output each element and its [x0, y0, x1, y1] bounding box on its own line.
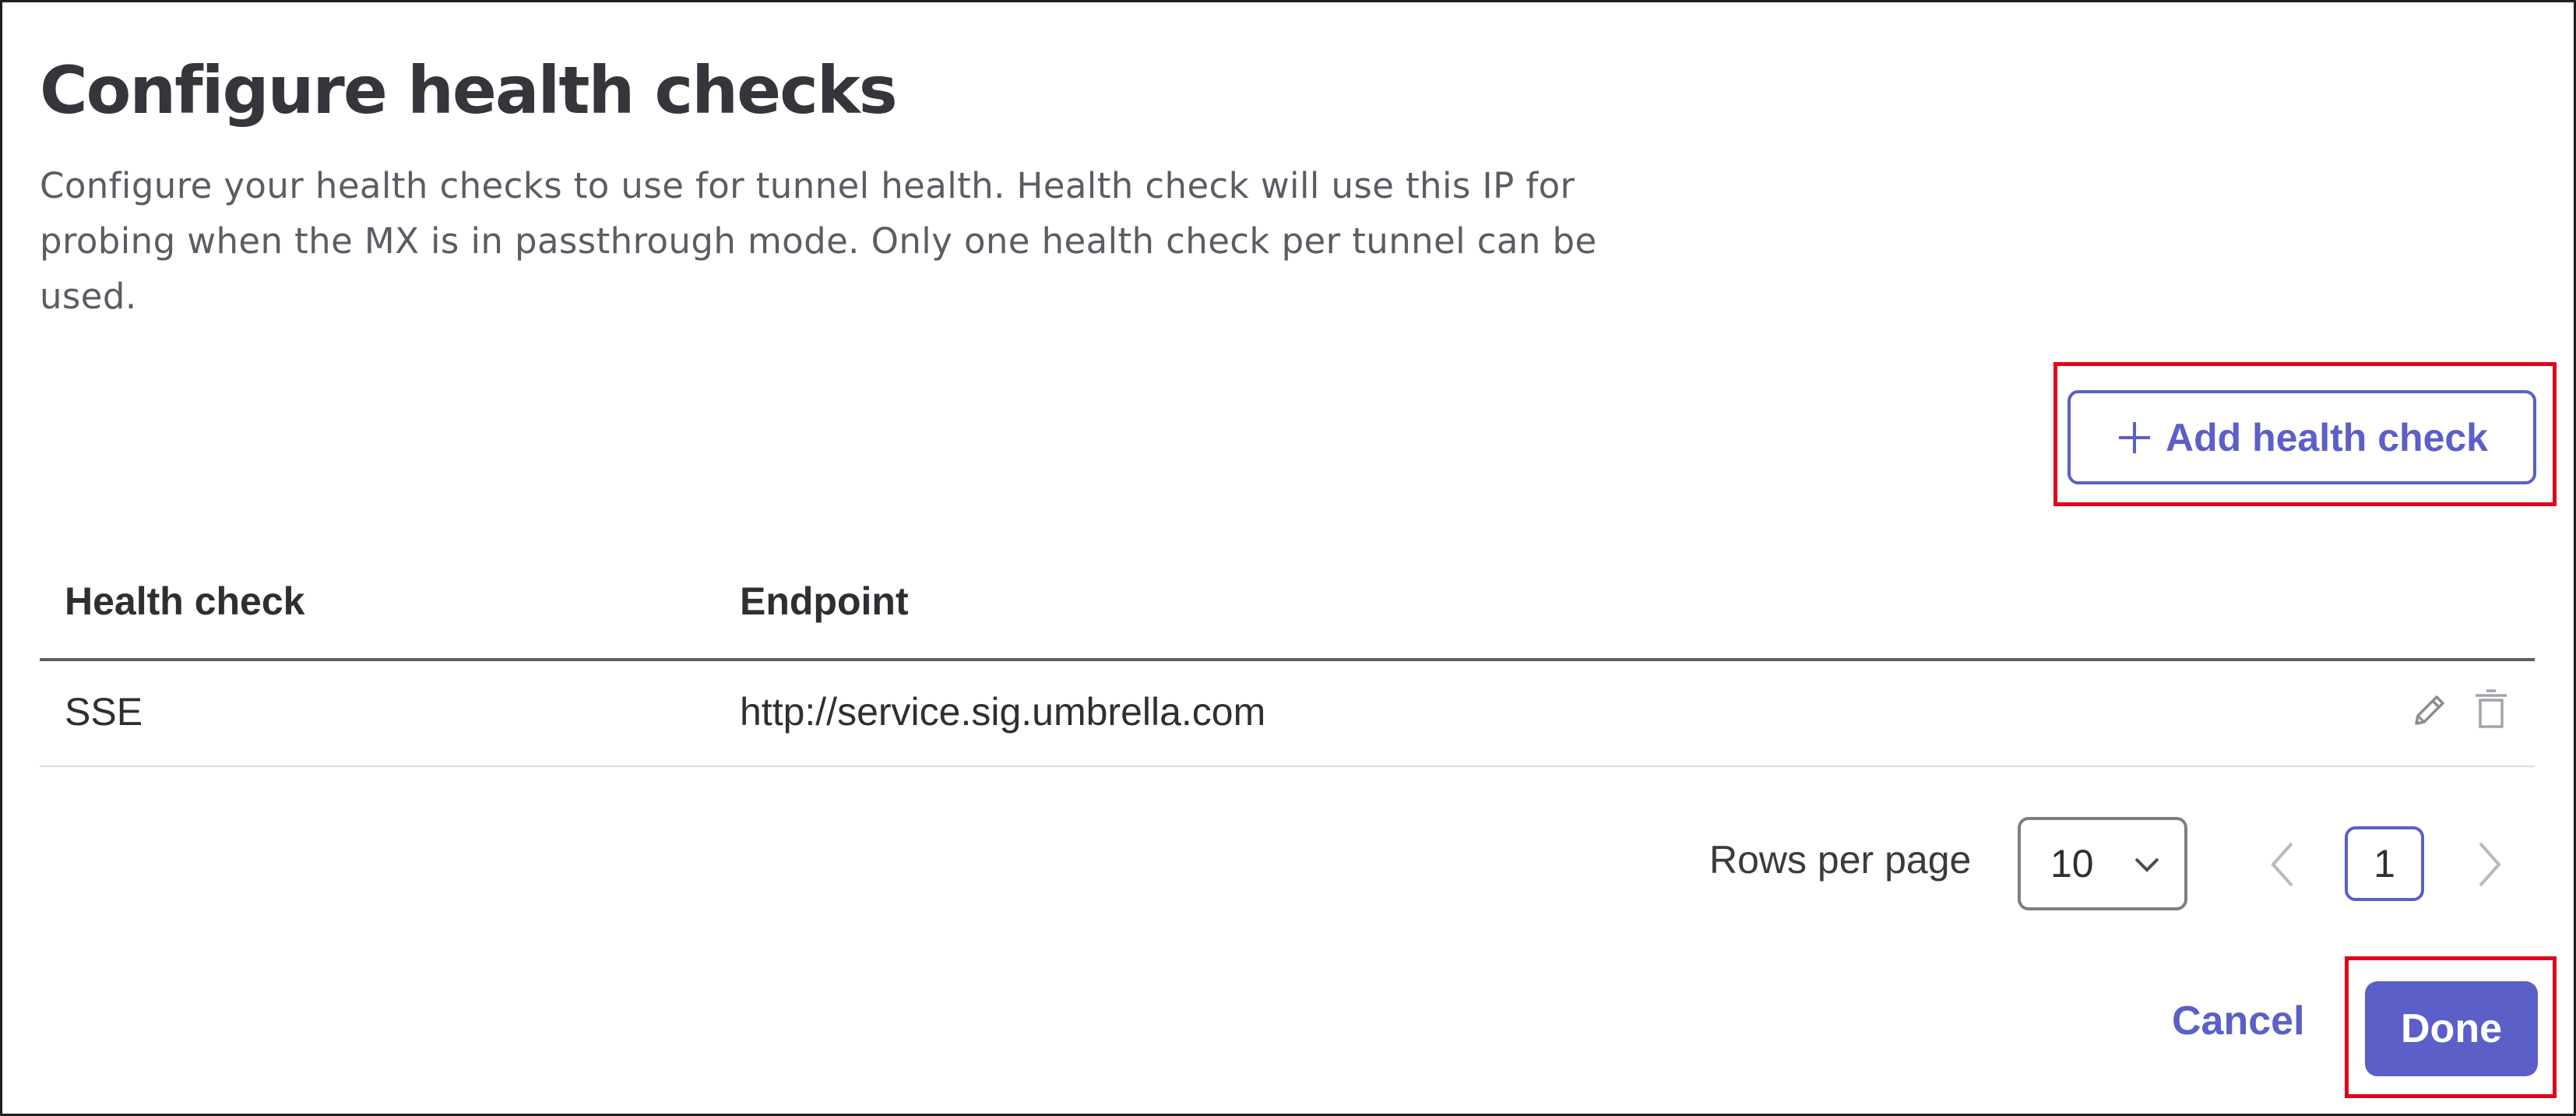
cell-health-check: SSE	[65, 690, 143, 734]
chevron-down-icon	[2134, 857, 2159, 872]
table-header-divider	[40, 658, 2535, 661]
previous-page-icon[interactable]	[2267, 839, 2298, 890]
next-page-icon[interactable]	[2474, 839, 2505, 890]
table-row-divider	[40, 766, 2535, 767]
dialog-description: Configure your health checks to use for …	[40, 165, 1597, 317]
add-health-check-button[interactable]: Add health check	[2067, 390, 2536, 484]
rows-per-page-label: Rows per page	[1709, 838, 1972, 882]
done-button[interactable]: Done	[2365, 981, 2538, 1076]
plus-icon	[2119, 421, 2150, 453]
cell-endpoint: http://service.sig.umbrella.com	[740, 690, 1266, 734]
cancel-button[interactable]: Cancel	[2172, 998, 2305, 1044]
add-health-check-label: Add health check	[2166, 415, 2488, 459]
edit-icon[interactable]	[2409, 688, 2449, 731]
rows-per-page-select[interactable]: 10	[2018, 817, 2187, 910]
configure-health-checks-dialog: Configure health checks Configure your h…	[0, 0, 2576, 1116]
current-page-number[interactable]: 1	[2345, 826, 2424, 901]
column-header-health-check[interactable]: Health check	[65, 579, 304, 624]
rows-per-page-value: 10	[2050, 842, 2094, 885]
trash-icon[interactable]	[2471, 688, 2511, 731]
dialog-title: Configure health checks	[40, 52, 898, 128]
column-header-endpoint[interactable]: Endpoint	[740, 579, 909, 624]
